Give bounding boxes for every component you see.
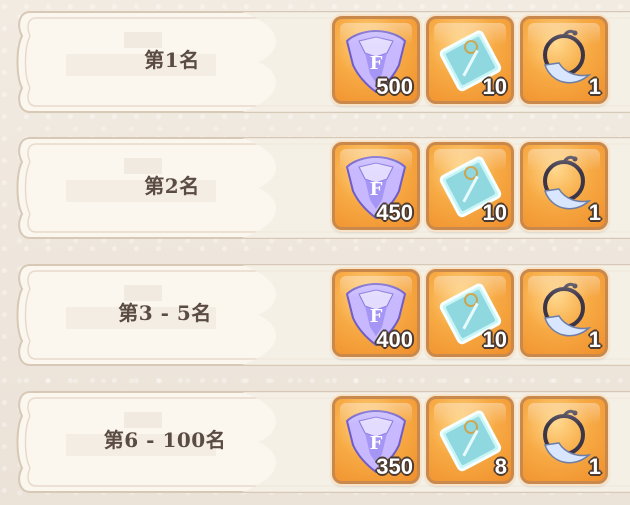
reward-item-ticket[interactable]: 10 (426, 16, 514, 104)
reward-item-moon-pendant[interactable]: 1 (520, 142, 608, 230)
reward-item-crystal[interactable]: F 350 (332, 396, 420, 484)
svg-text:F: F (370, 179, 383, 200)
reward-row: 第2名 F 450 10 1 (12, 136, 630, 240)
rank-label: 第3 - 5名 (118, 301, 212, 325)
reward-row: 第1名 F 500 10 1 (12, 10, 630, 114)
reward-items: F 500 10 1 (332, 16, 608, 104)
reward-item-moon-pendant[interactable]: 1 (520, 396, 608, 484)
item-count: 10 (482, 74, 507, 99)
reward-item-ticket[interactable]: 10 (426, 142, 514, 230)
reward-list: 第1名 F 500 10 1 第2名 F 450 10 1 第3 - 5名 F … (0, 0, 630, 505)
svg-text:F: F (370, 433, 383, 454)
svg-text:F: F (370, 306, 383, 327)
item-count: 8 (494, 454, 507, 479)
reward-item-crystal[interactable]: F 450 (332, 142, 420, 230)
item-count: 350 (376, 454, 413, 479)
reward-item-ticket[interactable]: 8 (426, 396, 514, 484)
reward-items: F 350 8 1 (332, 396, 608, 484)
item-count: 400 (376, 327, 413, 352)
rank-label: 第6 - 100名 (103, 428, 227, 452)
svg-text:F: F (370, 53, 383, 74)
item-count: 10 (482, 200, 507, 225)
reward-row: 第3 - 5名 F 400 10 1 (12, 263, 630, 367)
reward-item-crystal[interactable]: F 500 (332, 16, 420, 104)
item-count: 500 (376, 74, 413, 99)
reward-row: 第6 - 100名 F 350 8 1 (12, 390, 630, 494)
item-count: 450 (376, 200, 413, 225)
reward-items: F 400 10 1 (332, 269, 608, 357)
item-count: 1 (588, 74, 601, 99)
item-count: 1 (588, 454, 601, 479)
item-count: 10 (482, 327, 507, 352)
rank-label: 第2名 (144, 174, 200, 198)
reward-items: F 450 10 1 (332, 142, 608, 230)
item-count: 1 (588, 327, 601, 352)
reward-item-ticket[interactable]: 10 (426, 269, 514, 357)
reward-item-crystal[interactable]: F 400 (332, 269, 420, 357)
reward-item-moon-pendant[interactable]: 1 (520, 16, 608, 104)
item-count: 1 (588, 200, 601, 225)
reward-item-moon-pendant[interactable]: 1 (520, 269, 608, 357)
rank-label: 第1名 (144, 48, 200, 72)
